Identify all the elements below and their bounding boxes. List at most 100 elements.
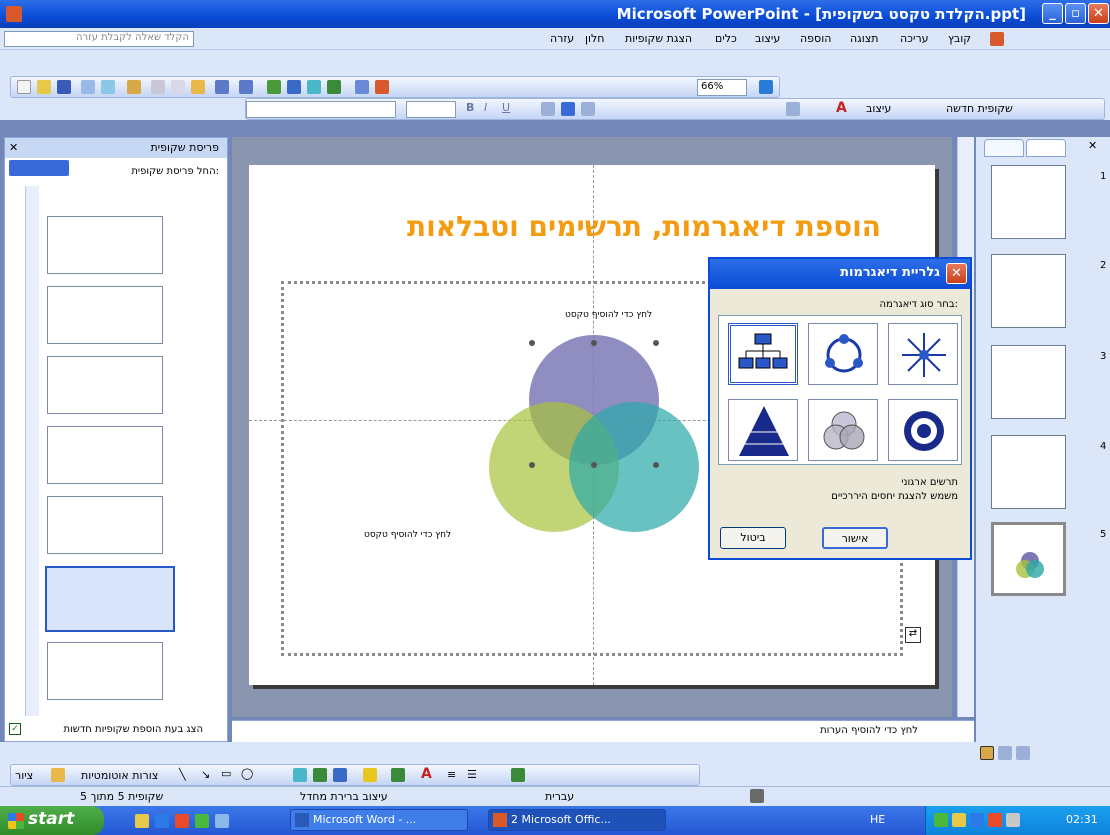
- selection-handle[interactable]: [529, 340, 535, 346]
- copy-icon[interactable]: [171, 80, 185, 94]
- align-right-icon[interactable]: [541, 102, 555, 116]
- insert-chart-icon[interactable]: [267, 80, 281, 94]
- task-office[interactable]: 2 Microsoft Offic...: [488, 809, 666, 831]
- slide-title[interactable]: הוספת דיאגרמות, תרשימים וטבלאות: [407, 210, 881, 243]
- outline-tab[interactable]: [984, 139, 1024, 157]
- slideshow-view-icon[interactable]: [1016, 746, 1030, 760]
- indent-icon[interactable]: [786, 102, 800, 116]
- view-buttons[interactable]: [976, 745, 1030, 761]
- layout-title-table[interactable]: [47, 496, 163, 554]
- show-on-insert-checkbox[interactable]: ✓: [9, 723, 21, 735]
- minimize-icon[interactable]: _: [1042, 3, 1063, 24]
- diagram-text-left[interactable]: לחץ כדי להוסיף טקסט: [364, 530, 451, 540]
- slide-thumbnail-1[interactable]: [991, 165, 1066, 239]
- design-button[interactable]: עיצוב: [866, 102, 891, 115]
- align-center-icon[interactable]: [561, 102, 575, 116]
- underline-icon[interactable]: U: [502, 101, 510, 114]
- slide-thumbnail-3[interactable]: [991, 345, 1066, 419]
- cycle-tile[interactable]: [808, 323, 878, 385]
- layout-title-chart-text[interactable]: [47, 286, 163, 344]
- venn-tile[interactable]: [808, 399, 878, 461]
- dash-style-icon[interactable]: ☰: [467, 768, 477, 781]
- normal-view-icon[interactable]: [980, 746, 994, 760]
- task-pane-close-icon[interactable]: ✕: [9, 141, 18, 154]
- insert-picture-icon[interactable]: [333, 768, 347, 782]
- preview-icon[interactable]: [101, 80, 115, 94]
- menu-window[interactable]: חלון: [585, 32, 604, 45]
- tray-icon[interactable]: [952, 813, 966, 827]
- layout-title-chart[interactable]: [47, 642, 163, 700]
- slide-thumbnail-2[interactable]: [991, 254, 1066, 328]
- diagram-toolbar-icon[interactable]: ⇄: [905, 627, 921, 643]
- menu-slideshow[interactable]: הצגת שקופיות: [625, 32, 692, 45]
- selection-handle[interactable]: [591, 340, 597, 346]
- quicklaunch-icon[interactable]: [195, 814, 209, 828]
- zoom-box[interactable]: 66%: [697, 79, 747, 96]
- maximize-icon[interactable]: ▫: [1065, 3, 1086, 24]
- powerpoint-app-icon[interactable]: [6, 6, 22, 22]
- task-pane-title[interactable]: פריסת שקופית: [150, 141, 219, 154]
- cancel-button[interactable]: ביטול: [720, 527, 786, 549]
- pyramid-tile[interactable]: [728, 399, 798, 461]
- quicklaunch-icon[interactable]: [135, 814, 149, 828]
- task-pane-scrollbar[interactable]: [25, 186, 39, 716]
- quicklaunch-icon[interactable]: [175, 814, 189, 828]
- menu-format[interactable]: עיצוב: [755, 32, 780, 45]
- help-icon[interactable]: [759, 80, 773, 94]
- selection-handle[interactable]: [653, 340, 659, 346]
- selection-handle[interactable]: [591, 462, 597, 468]
- target-tile[interactable]: [888, 399, 958, 461]
- diagram-text-top[interactable]: לחץ כדי להוסיף טקסט: [565, 310, 652, 320]
- notes-area[interactable]: לחץ כדי להוסיף הערות: [232, 720, 974, 742]
- layout-title-content-chart[interactable]: [47, 216, 163, 274]
- clipart-icon[interactable]: [313, 768, 327, 782]
- color-icon[interactable]: [375, 80, 389, 94]
- tray-icon[interactable]: [988, 813, 1002, 827]
- quicklaunch-icon[interactable]: [155, 814, 169, 828]
- insert-picture-icon[interactable]: [327, 80, 341, 94]
- layout-title-clipart-text[interactable]: [47, 426, 163, 484]
- italic-icon[interactable]: I: [484, 101, 487, 114]
- cut-icon[interactable]: [151, 80, 165, 94]
- quicklaunch-icon[interactable]: [215, 814, 229, 828]
- tray-icon[interactable]: [970, 813, 984, 827]
- line-style-icon[interactable]: ≡: [447, 768, 456, 781]
- venn-diagram[interactable]: [474, 325, 734, 555]
- radial-tile[interactable]: [888, 323, 958, 385]
- open-icon[interactable]: [37, 80, 51, 94]
- spelling-icon[interactable]: [127, 80, 141, 94]
- bold-icon[interactable]: B: [466, 101, 474, 114]
- grid-icon[interactable]: [355, 80, 369, 94]
- volume-icon[interactable]: [1006, 813, 1020, 827]
- font-name-select[interactable]: [246, 101, 396, 118]
- select-objects-icon[interactable]: [51, 768, 65, 782]
- dialog-close-icon[interactable]: ✕: [946, 263, 967, 284]
- undo-icon[interactable]: [215, 80, 229, 94]
- selection-handle[interactable]: [653, 462, 659, 468]
- save-icon[interactable]: [57, 80, 71, 94]
- shadow-icon[interactable]: [511, 768, 525, 782]
- menu-edit[interactable]: עריכה: [900, 32, 929, 45]
- org-chart-tile[interactable]: [728, 323, 798, 385]
- fill-color-icon[interactable]: [363, 768, 377, 782]
- new-slide-button[interactable]: שקופית חדשה: [946, 102, 1013, 115]
- task-word[interactable]: Microsoft Word - ...: [290, 809, 468, 831]
- insert-diagram-icon[interactable]: [307, 80, 321, 94]
- language-bar[interactable]: HE: [870, 813, 885, 826]
- selection-handle[interactable]: [529, 462, 535, 468]
- autoshapes-menu[interactable]: צורות אוטומטיות: [81, 769, 158, 782]
- slides-pane-close-icon[interactable]: ✕: [1088, 139, 1097, 152]
- font-size-select[interactable]: [406, 101, 456, 118]
- menu-tools[interactable]: כלים: [715, 32, 737, 45]
- layout-title-text-clipart[interactable]: [47, 356, 163, 414]
- menu-insert[interactable]: הוספה: [800, 32, 831, 45]
- align-left-icon[interactable]: [581, 102, 595, 116]
- menu-file[interactable]: קובץ: [948, 32, 971, 45]
- slide-thumbnail-5[interactable]: [991, 522, 1066, 596]
- font-color-icon[interactable]: A: [836, 100, 847, 116]
- layout-title-diagram[interactable]: [45, 566, 175, 632]
- font-color-icon[interactable]: A: [421, 766, 432, 782]
- start-button[interactable]: start: [0, 806, 104, 835]
- close-icon[interactable]: ✕: [1088, 3, 1109, 24]
- draw-menu[interactable]: ציור: [15, 769, 33, 782]
